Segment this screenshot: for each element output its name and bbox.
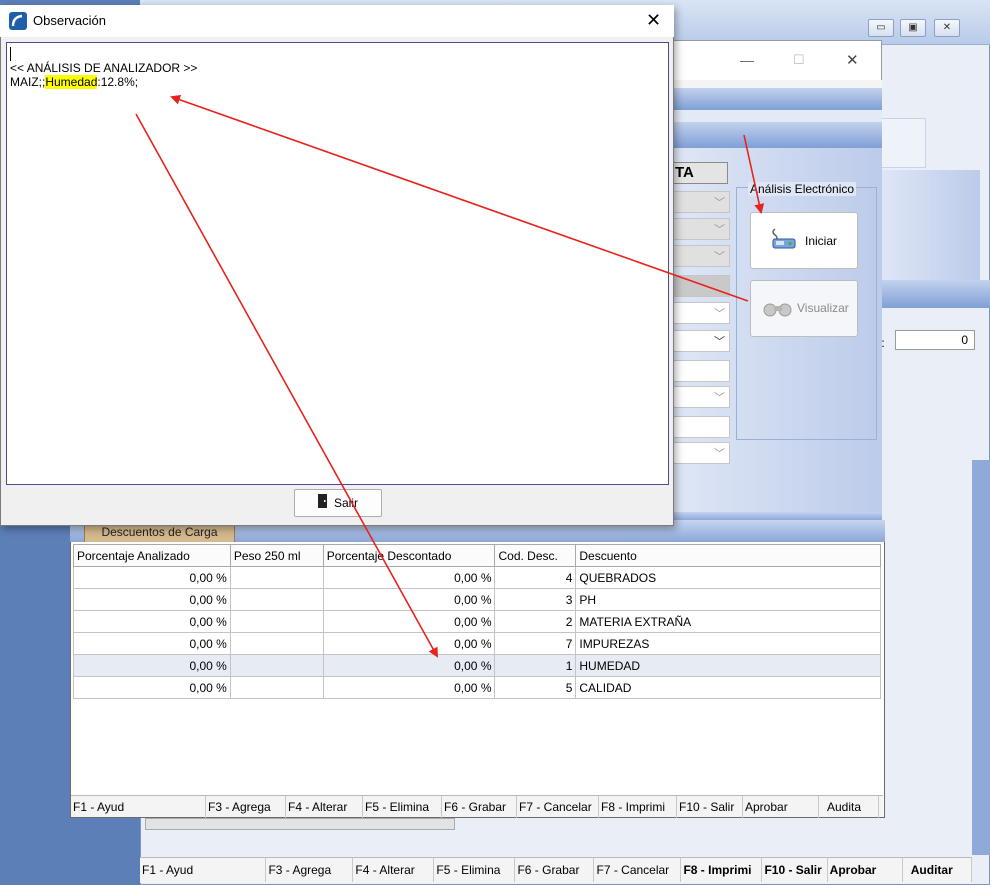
- arrow-to-humedad-text: [170, 94, 749, 302]
- annotation-arrows: [135, 94, 765, 658]
- arrow-to-iniciar: [743, 134, 765, 214]
- arrow-to-humedad-row: [135, 113, 438, 658]
